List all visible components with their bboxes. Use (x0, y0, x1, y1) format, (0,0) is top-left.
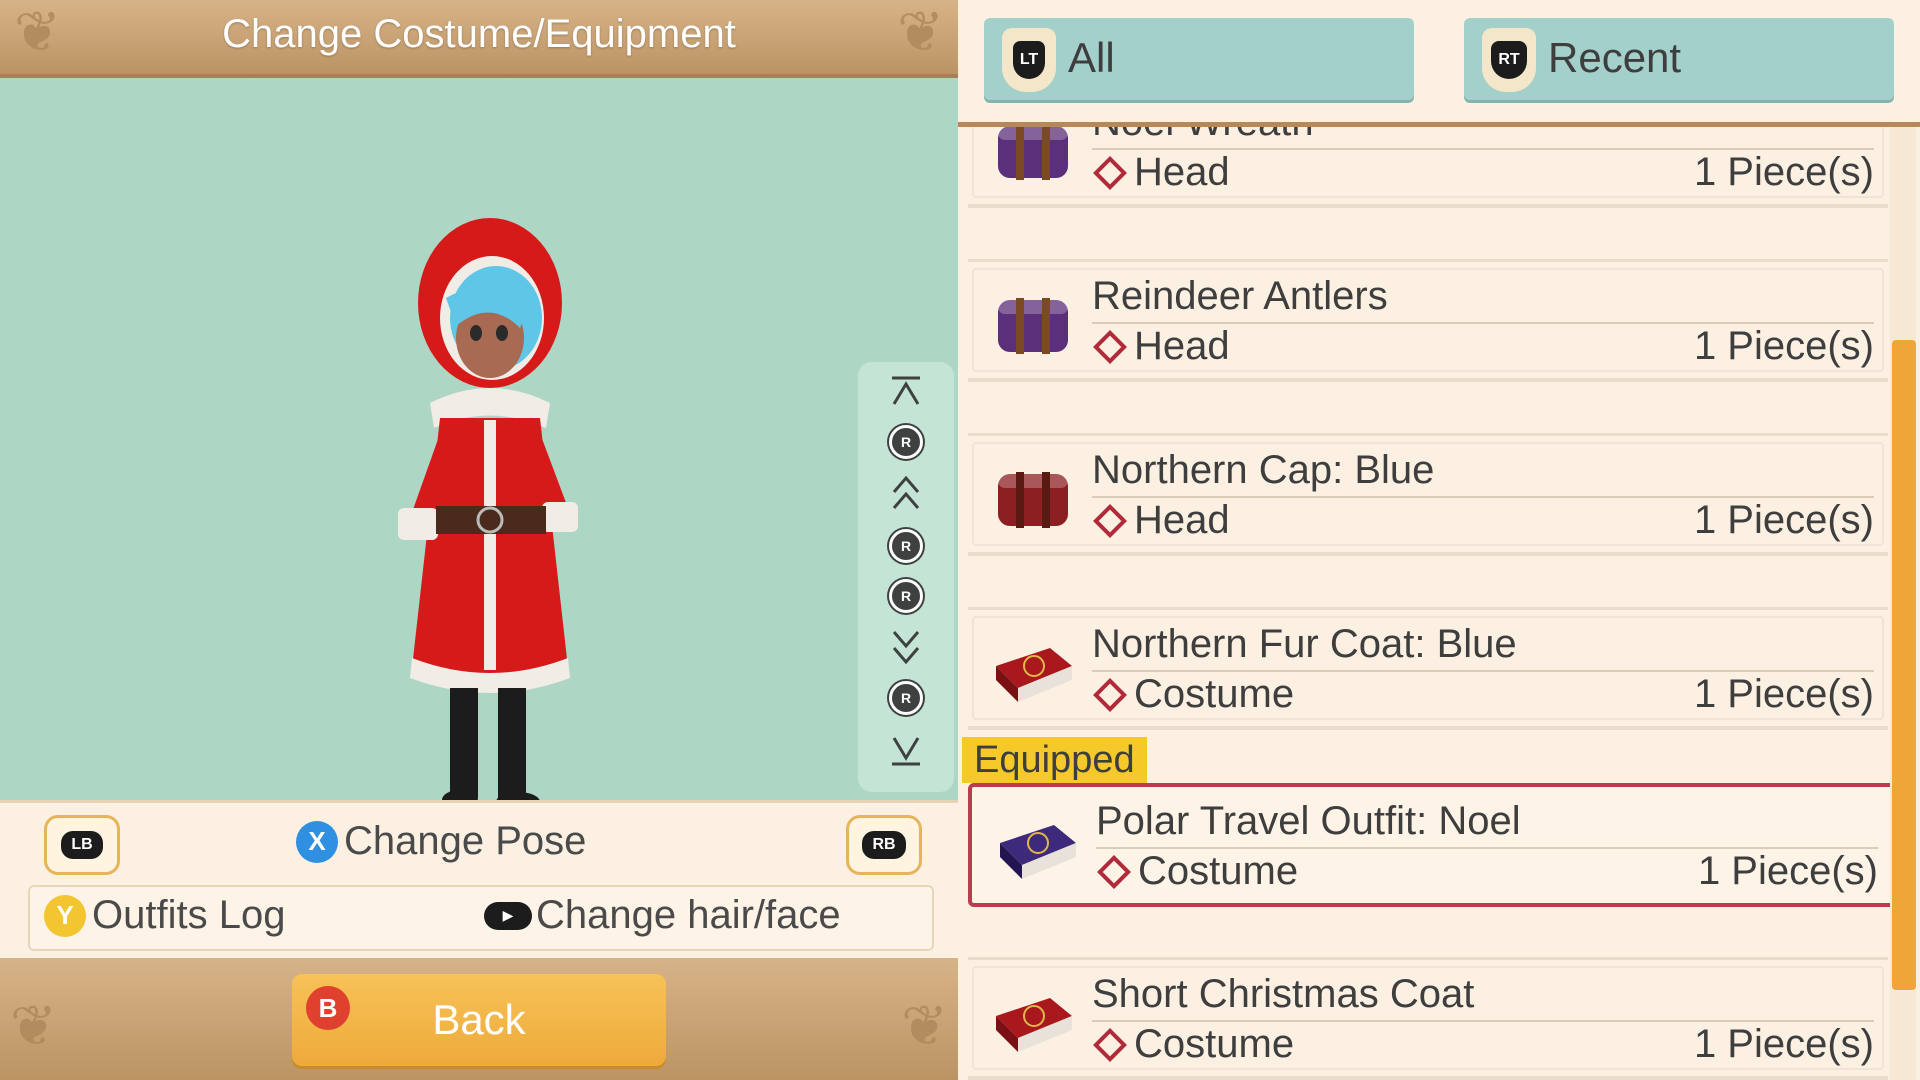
lt-trigger-icon: LT (1002, 28, 1056, 92)
page-title: Change Costume/Equipment (222, 12, 736, 56)
right-stick-right-icon[interactable]: R (886, 576, 926, 616)
stick-click-icon: ▶ (484, 901, 532, 930)
tab-all[interactable]: LT All (984, 18, 1414, 100)
ornament-icon: ❦ (10, 994, 57, 1057)
item-quantity: 1 Piece(s) (1693, 324, 1874, 368)
control-panel: LB X Change Pose RB Y Outfits Log ▶ Chan… (0, 800, 958, 961)
item-quantity: 1 Piece(s) (1693, 150, 1874, 194)
item-name: Northern Fur Coat: Blue (1092, 622, 1517, 666)
diamond-icon (1093, 503, 1127, 538)
outfit-actions: Y Outfits Log ▶ Change hair/face (28, 885, 934, 951)
item-quantity: 1 Piece(s) (1697, 849, 1878, 893)
outfits-log-label: Outfits Log (92, 893, 286, 937)
costume-case-icon (996, 998, 1072, 1052)
change-hair-face-label: Change hair/face (536, 893, 841, 937)
zoom-in-icon[interactable] (886, 474, 926, 514)
item-quantity: 1 Piece(s) (1693, 498, 1874, 542)
diamond-icon (1093, 155, 1127, 190)
rb-button[interactable]: RB (846, 815, 922, 875)
list-item-equipped[interactable]: Polar Travel Outfit: Noel Costume 1 Piec… (968, 783, 1896, 907)
character-viewport[interactable]: R R R R (0, 78, 958, 812)
item-quantity: 1 Piece(s) (1693, 1022, 1874, 1066)
gift-box-icon (998, 472, 1068, 528)
item-slot: Costume (1138, 849, 1299, 893)
right-stick-up-icon[interactable]: R (886, 422, 926, 462)
equipment-panel: LT All RT Recent Noel Wreath Head 1 Piec… (958, 0, 1920, 1080)
item-name: Reindeer Antlers (1092, 274, 1388, 318)
diamond-icon (1093, 677, 1127, 712)
tab-all-label: All (1068, 34, 1115, 81)
item-slot: Head (1134, 498, 1230, 542)
change-pose-label: Change Pose (344, 819, 587, 863)
back-button[interactable]: B Back (292, 974, 666, 1066)
list-item[interactable]: Reindeer Antlers Head 1 Piece(s) (968, 259, 1888, 382)
preview-panel: ❦ ❦ Change Costume/Equipment R R R R LB … (0, 0, 958, 1080)
camera-controls: R R R R (858, 362, 954, 792)
y-button-icon: Y (44, 894, 86, 937)
character-model (398, 218, 578, 812)
ornament-icon: ❦ (901, 994, 948, 1057)
gift-box-icon (998, 127, 1068, 180)
title-bar: ❦ ❦ Change Costume/Equipment (0, 0, 958, 78)
item-name: Northern Cap: Blue (1092, 448, 1435, 492)
outfits-log-button[interactable]: Y Outfits Log (44, 893, 285, 938)
item-slot: Head (1134, 324, 1230, 368)
diamond-icon (1093, 1027, 1127, 1062)
list-item[interactable]: Northern Cap: Blue Head 1 Piece(s) (968, 433, 1888, 556)
tab-recent-label: Recent (1548, 34, 1682, 81)
diamond-icon (1097, 854, 1131, 889)
right-stick-down-icon[interactable]: R (886, 678, 926, 718)
list-item[interactable]: Noel Wreath Head 1 Piece(s) (968, 127, 1888, 208)
equipped-badge: Equipped (962, 737, 1147, 783)
item-slot: Costume (1134, 1022, 1295, 1066)
equipment-list[interactable]: Noel Wreath Head 1 Piece(s) Reindeer Ant… (958, 127, 1920, 1080)
item-name: Polar Travel Outfit: Noel (1096, 799, 1521, 843)
scrollbar-thumb[interactable] (1892, 340, 1916, 990)
item-slot: Costume (1134, 672, 1295, 716)
item-name: Short Christmas Coat (1092, 972, 1475, 1016)
change-pose-button[interactable]: X Change Pose (296, 819, 586, 864)
list-item[interactable]: Northern Fur Coat: Blue Costume 1 Piece(… (968, 607, 1888, 730)
back-label: Back (432, 996, 526, 1043)
item-name: Noel Wreath (1092, 127, 1314, 145)
lb-button[interactable]: LB (44, 815, 120, 875)
item-slot: Head (1134, 150, 1230, 194)
zoom-out-icon[interactable] (886, 626, 926, 666)
zoom-max-icon[interactable] (886, 372, 926, 412)
right-stick-left-icon[interactable]: R (886, 526, 926, 566)
item-quantity: 1 Piece(s) (1693, 672, 1874, 716)
gift-box-icon (998, 298, 1068, 354)
x-button-icon: X (296, 820, 338, 863)
costume-case-icon (996, 648, 1072, 702)
filter-tabs: LT All RT Recent (958, 0, 1920, 127)
rt-trigger-icon: RT (1482, 28, 1536, 92)
tab-recent[interactable]: RT Recent (1464, 18, 1894, 100)
diamond-icon (1093, 329, 1127, 364)
list-item[interactable]: Short Christmas Coat Costume 1 Piece(s) (968, 957, 1888, 1080)
change-hair-face-button[interactable]: ▶ Change hair/face (484, 893, 841, 938)
costume-case-icon (1000, 825, 1076, 879)
zoom-min-icon[interactable] (886, 730, 926, 770)
